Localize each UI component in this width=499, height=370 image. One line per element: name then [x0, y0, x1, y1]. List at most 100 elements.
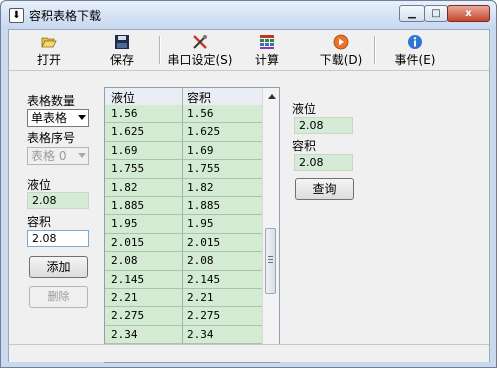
table-index-label: 表格序号 — [27, 131, 76, 145]
scroll-up-arrow-icon[interactable] — [268, 94, 276, 99]
column-header-volume[interactable]: 容积 — [187, 89, 211, 106]
toolbar-separator — [374, 36, 376, 64]
delete-button[interactable]: 删除 — [29, 286, 88, 308]
cell-volume[interactable]: 1.69 — [187, 142, 214, 159]
app-window: ⬇ 容积表格下载 ▁ □ x 打开 保存 串口设定(S) 计算 下载(D) 事件… — [0, 0, 497, 368]
calculate-label: 计算 — [254, 53, 279, 67]
cell-volume[interactable]: 2.21 — [187, 289, 214, 306]
table-row[interactable]: 1.755 1.755 — [105, 160, 262, 179]
table-row[interactable]: 1.69 1.69 — [105, 141, 262, 161]
cell-level[interactable]: 2.08 — [111, 252, 138, 269]
right-volume-input[interactable]: 2.08 — [294, 154, 353, 171]
table-row[interactable]: 2.34 2.34 — [105, 325, 262, 345]
table-count-label: 表格数量 — [27, 94, 76, 108]
serial-settings-label: 串口设定(S) — [167, 53, 233, 67]
cell-level[interactable]: 2.21 — [111, 289, 138, 306]
toolbar-separator — [159, 36, 161, 64]
table-row[interactable]: 1.885 1.885 — [105, 196, 262, 216]
grid-header: 液位 容积 — [105, 88, 262, 106]
cell-volume[interactable]: 1.95 — [187, 215, 214, 232]
cell-volume[interactable]: 2.08 — [187, 252, 214, 269]
floppy-disk-icon — [115, 35, 129, 49]
right-volume-label: 容积 — [292, 139, 317, 153]
tools-icon — [193, 35, 207, 49]
query-button[interactable]: 查询 — [295, 178, 354, 200]
cell-level[interactable]: 1.95 — [111, 215, 138, 232]
vertical-scrollbar[interactable] — [262, 88, 279, 362]
table-count-select[interactable]: 单表格 — [27, 109, 89, 127]
calculator-grid-icon — [260, 35, 274, 49]
cell-level[interactable]: 1.69 — [111, 142, 138, 159]
cell-volume[interactable]: 1.885 — [187, 197, 220, 214]
maximize-button[interactable]: □ — [424, 5, 448, 22]
chevron-down-icon — [78, 115, 86, 120]
minimize-button[interactable]: ▁ — [399, 5, 425, 22]
close-button[interactable]: x — [447, 5, 490, 22]
cell-level[interactable]: 2.34 — [111, 326, 138, 343]
table-index-select[interactable]: 表格 0 — [27, 147, 89, 165]
column-divider — [182, 88, 183, 362]
save-button[interactable]: 保存 — [107, 32, 137, 68]
main-client-area: 打开 保存 串口设定(S) 计算 下载(D) 事件(E) 表格数量 单表格 表格… — [8, 29, 490, 363]
cell-level[interactable]: 1.56 — [111, 105, 138, 122]
open-label: 打开 — [36, 53, 61, 67]
column-header-level[interactable]: 液位 — [111, 89, 135, 106]
left-volume-input[interactable]: 2.08 — [27, 230, 89, 247]
download-label: 下载(D) — [319, 53, 363, 67]
cell-level[interactable]: 1.625 — [111, 123, 144, 140]
toolbar: 打开 保存 串口设定(S) 计算 下载(D) 事件(E) — [9, 30, 489, 71]
table-row[interactable]: 2.015 2.015 — [105, 233, 262, 253]
events-button[interactable]: 事件(E) — [392, 32, 438, 68]
download-play-icon — [333, 34, 349, 50]
left-level-label: 液位 — [27, 178, 52, 192]
table-row[interactable]: 2.145 2.145 — [105, 270, 262, 289]
left-level-input[interactable]: 2.08 — [27, 192, 89, 209]
serial-settings-button[interactable]: 串口设定(S) — [166, 32, 234, 68]
window-title: 容积表格下载 — [29, 9, 102, 23]
right-level-input[interactable]: 2.08 — [294, 117, 353, 134]
chevron-down-icon — [78, 153, 86, 158]
calculate-button[interactable]: 计算 — [253, 32, 281, 68]
right-level-label: 液位 — [292, 102, 317, 116]
cell-volume[interactable]: 2.145 — [187, 271, 220, 288]
table-row[interactable]: 1.56 1.56 — [105, 105, 262, 124]
cell-volume[interactable]: 2.015 — [187, 234, 220, 251]
grip-line — [268, 259, 273, 260]
table-row[interactable]: 1.625 1.625 — [105, 123, 262, 142]
grid-body: 1.56 1.56 1.625 1.625 1.69 1.69 1.755 1.755 1.82… — [105, 105, 262, 362]
cell-level[interactable]: 1.82 — [111, 179, 138, 196]
table-row[interactable]: 2.21 2.21 — [105, 288, 262, 308]
add-button[interactable]: 添加 — [29, 256, 88, 278]
cell-volume[interactable]: 1.56 — [187, 105, 214, 122]
cell-volume[interactable]: 2.34 — [187, 326, 214, 343]
table-row[interactable]: 2.275 2.275 — [105, 307, 262, 326]
cell-level[interactable]: 2.275 — [111, 307, 144, 324]
table-row[interactable]: 1.82 1.82 — [105, 178, 262, 197]
grip-line — [268, 256, 273, 257]
cell-volume[interactable]: 1.82 — [187, 179, 214, 196]
scroll-thumb[interactable] — [265, 228, 276, 294]
status-bar — [9, 344, 489, 362]
cell-volume[interactable]: 2.275 — [187, 307, 220, 324]
volume-table-grid[interactable]: 液位 容积 1.56 1.56 1.625 1.625 1.69 1.69 1.755 1.7… — [104, 87, 280, 363]
cell-level[interactable]: 2.015 — [111, 234, 144, 251]
table-row[interactable]: 1.95 1.95 — [105, 215, 262, 234]
download-app-icon: ⬇ — [9, 8, 24, 23]
table-count-value: 单表格 — [31, 111, 68, 125]
folder-open-icon — [41, 37, 57, 48]
grip-line — [268, 262, 273, 263]
cell-level[interactable]: 2.145 — [111, 271, 144, 288]
info-icon — [408, 35, 422, 49]
table-row[interactable]: 2.08 2.08 — [105, 252, 262, 271]
cell-level[interactable]: 1.885 — [111, 197, 144, 214]
table-index-value: 表格 0 — [31, 149, 67, 163]
open-button[interactable]: 打开 — [34, 32, 64, 68]
cell-volume[interactable]: 1.755 — [187, 160, 220, 177]
cell-volume[interactable]: 1.625 — [187, 123, 220, 140]
cell-level[interactable]: 1.755 — [111, 160, 144, 177]
events-label: 事件(E) — [394, 53, 436, 67]
left-volume-label: 容积 — [27, 215, 52, 229]
download-button[interactable]: 下载(D) — [318, 32, 364, 68]
title-bar[interactable]: ⬇ 容积表格下载 ▁ □ x — [1, 1, 496, 29]
save-label: 保存 — [109, 53, 134, 67]
